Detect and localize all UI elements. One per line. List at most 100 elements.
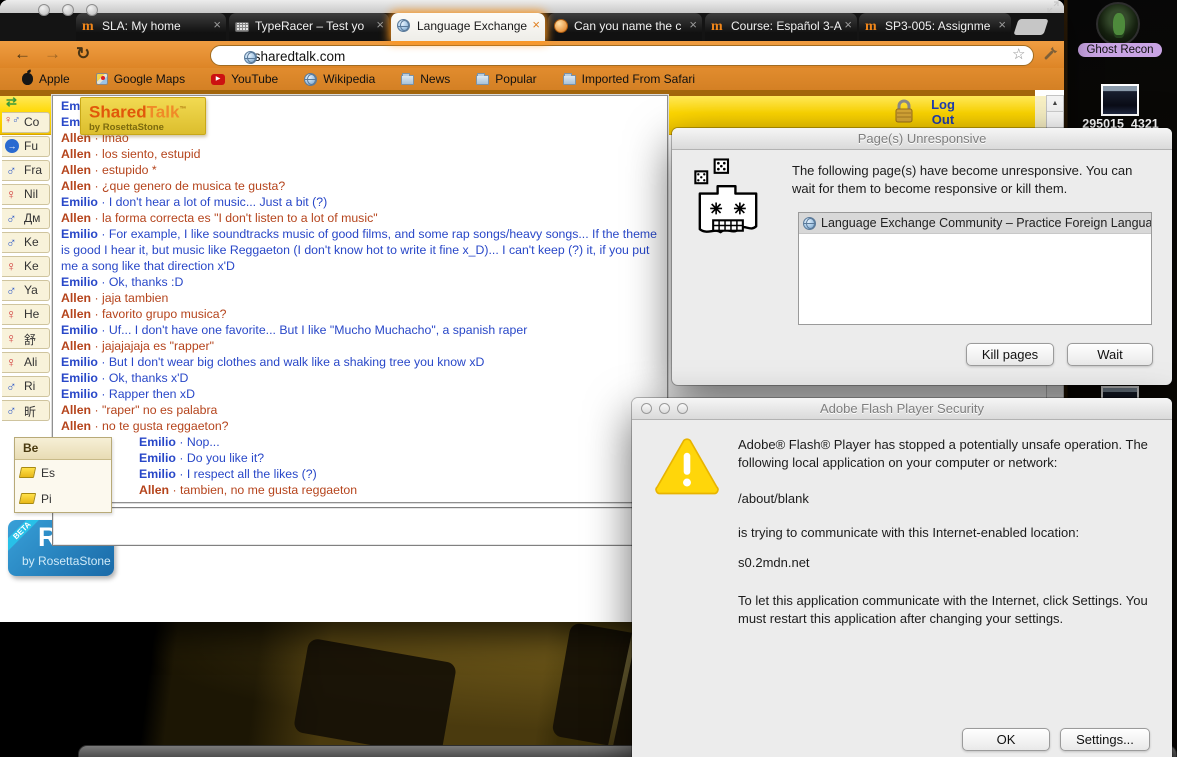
contact-name: Ali xyxy=(24,355,37,369)
sporcle-icon xyxy=(554,19,568,33)
flash-message-1: Adobe® Flash® Player has stopped a poten… xyxy=(738,436,1166,472)
contact-row[interactable]: ♀♂Co xyxy=(2,112,50,133)
contact-row[interactable]: ♂昕 xyxy=(2,400,50,421)
unresponsive-page-title: Language Exchange Community – Practice F… xyxy=(821,216,1151,230)
contact-row[interactable]: ♀Nil xyxy=(2,184,50,205)
tab-4[interactable]: Can you name the c × xyxy=(548,13,702,41)
tab-label: SP3-005: Assignme xyxy=(885,19,990,33)
globe-icon xyxy=(397,19,410,32)
contact-name: Ke xyxy=(24,235,39,249)
tab-close-icon[interactable]: × xyxy=(689,18,697,32)
minimize-window-button[interactable] xyxy=(62,4,74,16)
contact-row[interactable]: ♀Ke xyxy=(2,256,50,277)
bookmark-youtube[interactable]: YouTube xyxy=(211,72,278,86)
contact-row[interactable]: →Fu xyxy=(2,136,50,157)
tab-close-icon[interactable]: × xyxy=(213,18,221,32)
female-icon: ♀ xyxy=(6,306,17,322)
contact-row[interactable]: ♂Ri xyxy=(2,376,50,397)
tab-5[interactable]: Course: Español 3-A× xyxy=(705,13,857,41)
desktop-file-thumbnail[interactable] xyxy=(1101,84,1139,116)
logout-button[interactable]: Log Out xyxy=(922,97,964,127)
contacts-group-item[interactable]: Es xyxy=(15,460,111,486)
unresponsive-dialog-titlebar[interactable]: Page(s) Unresponsive xyxy=(672,128,1172,150)
male-icon: ♂ xyxy=(12,114,20,126)
zoom-window-button[interactable] xyxy=(86,4,98,16)
bookmark-news[interactable]: News xyxy=(401,72,450,86)
chat-author: Allen xyxy=(61,163,91,177)
bookmark-label: Google Maps xyxy=(114,72,185,86)
ghost-recon-label[interactable]: Ghost Recon xyxy=(1072,44,1168,56)
flash-dialog-titlebar[interactable]: Adobe Flash Player Security xyxy=(632,398,1172,420)
contact-row[interactable]: ♀He xyxy=(2,304,50,325)
unresponsive-page-row[interactable]: Language Exchange Community – Practice F… xyxy=(799,213,1151,234)
chat-message-input[interactable] xyxy=(52,507,668,546)
ghost-recon-app-icon[interactable] xyxy=(1096,2,1140,46)
bookmark-label: Apple xyxy=(39,72,70,86)
bookmark-imported-from-safari[interactable]: Imported From Safari xyxy=(563,72,695,86)
ok-button[interactable]: OK xyxy=(962,728,1050,751)
chat-message: Emilio · Ok, thanks x'D xyxy=(61,370,659,386)
go-arrow-icon: → xyxy=(5,139,19,153)
tab-1[interactable]: SLA: My home× xyxy=(76,13,226,41)
unresponsive-dialog: Page(s) Unresponsive The following page(… xyxy=(672,128,1172,385)
tab-close-icon[interactable]: × xyxy=(998,18,1006,32)
chat-author: Allen xyxy=(139,483,169,497)
contact-row[interactable]: ⇄ xyxy=(2,92,50,113)
new-tab-button[interactable] xyxy=(1013,19,1048,35)
padlock-icon[interactable] xyxy=(893,98,915,124)
maps-icon xyxy=(96,73,108,85)
tab-label: Can you name the c xyxy=(574,19,681,33)
bookmark-label: Popular xyxy=(495,72,536,86)
close-dialog-button[interactable] xyxy=(641,403,652,414)
wrench-menu-icon[interactable] xyxy=(1041,45,1059,63)
close-window-button[interactable] xyxy=(38,4,50,16)
contact-name: 舒 xyxy=(24,333,36,347)
tab-close-icon[interactable]: × xyxy=(376,18,384,32)
contact-name: Nil xyxy=(24,187,38,201)
wait-button[interactable]: Wait xyxy=(1067,343,1153,366)
contact-row[interactable]: ♂Fra xyxy=(2,160,50,181)
forward-button[interactable]: → xyxy=(44,44,61,64)
bookmark-apple[interactable]: Apple xyxy=(22,72,70,86)
chat-message: Allen · "raper" no es palabra xyxy=(61,402,659,418)
window-titlebar[interactable] xyxy=(0,0,1064,13)
scroll-up-icon[interactable]: ▲ xyxy=(1047,96,1063,112)
female-icon: ♀ xyxy=(6,354,17,370)
contacts-group-header[interactable]: Be xyxy=(15,438,111,460)
chat-author: Emilio xyxy=(61,355,98,369)
bookmark-popular[interactable]: Popular xyxy=(476,72,536,86)
bookmark-wikipedia[interactable]: Wikipedia xyxy=(304,72,375,86)
flash-message-3: To let this application communicate with… xyxy=(738,592,1172,628)
contact-row[interactable]: ♂Дм xyxy=(2,208,50,229)
chat-message: Allen · jajajajaja es "rapper" xyxy=(61,338,659,354)
tab-6[interactable]: SP3-005: Assignme × xyxy=(859,13,1011,41)
chat-author: Emilio xyxy=(139,435,176,449)
bookmark-star-icon[interactable]: ☆ xyxy=(1012,45,1025,63)
chat-author: Emilio xyxy=(61,323,98,337)
fullscreen-icon[interactable] xyxy=(1047,1,1059,13)
reload-button[interactable]: ↻ xyxy=(76,44,90,64)
address-bar[interactable]: sharedtalk.com xyxy=(210,45,1034,66)
tab-close-icon[interactable]: × xyxy=(844,18,852,32)
bookmark-label: News xyxy=(420,72,450,86)
kill-pages-button[interactable]: Kill pages xyxy=(966,343,1054,366)
site-globe-icon xyxy=(244,51,257,64)
contact-row[interactable]: ♀ Ali xyxy=(2,352,50,373)
contacts-group-item[interactable]: Pi xyxy=(15,486,111,512)
tab-2[interactable]: TypeRacer – Test yo× xyxy=(229,13,389,41)
contact-row[interactable]: ♂Ke xyxy=(2,232,50,253)
chat-message: Allen · tambien, no me gusta reggaeton xyxy=(139,482,659,498)
minimize-dialog-button[interactable] xyxy=(659,403,670,414)
bookmark-google-maps[interactable]: Google Maps xyxy=(96,72,185,86)
tab-close-icon[interactable]: × xyxy=(532,18,540,32)
chat-message: Emilio · Rapper then xD xyxy=(61,386,659,402)
zoom-dialog-button[interactable] xyxy=(677,403,688,414)
contact-row[interactable]: ♀舒 xyxy=(2,328,50,349)
back-button[interactable]: ← xyxy=(14,44,31,64)
tab-3[interactable]: Language Exchange× xyxy=(391,13,545,41)
flash-local-path: /about/blank xyxy=(738,490,1166,508)
male-icon: ♂ xyxy=(6,162,17,178)
settings-button[interactable]: Settings... xyxy=(1060,728,1150,751)
contact-row[interactable]: ♂Ya xyxy=(2,280,50,301)
sharedtalk-logo[interactable]: SharedTalk™ by RosettaStone xyxy=(80,97,206,135)
